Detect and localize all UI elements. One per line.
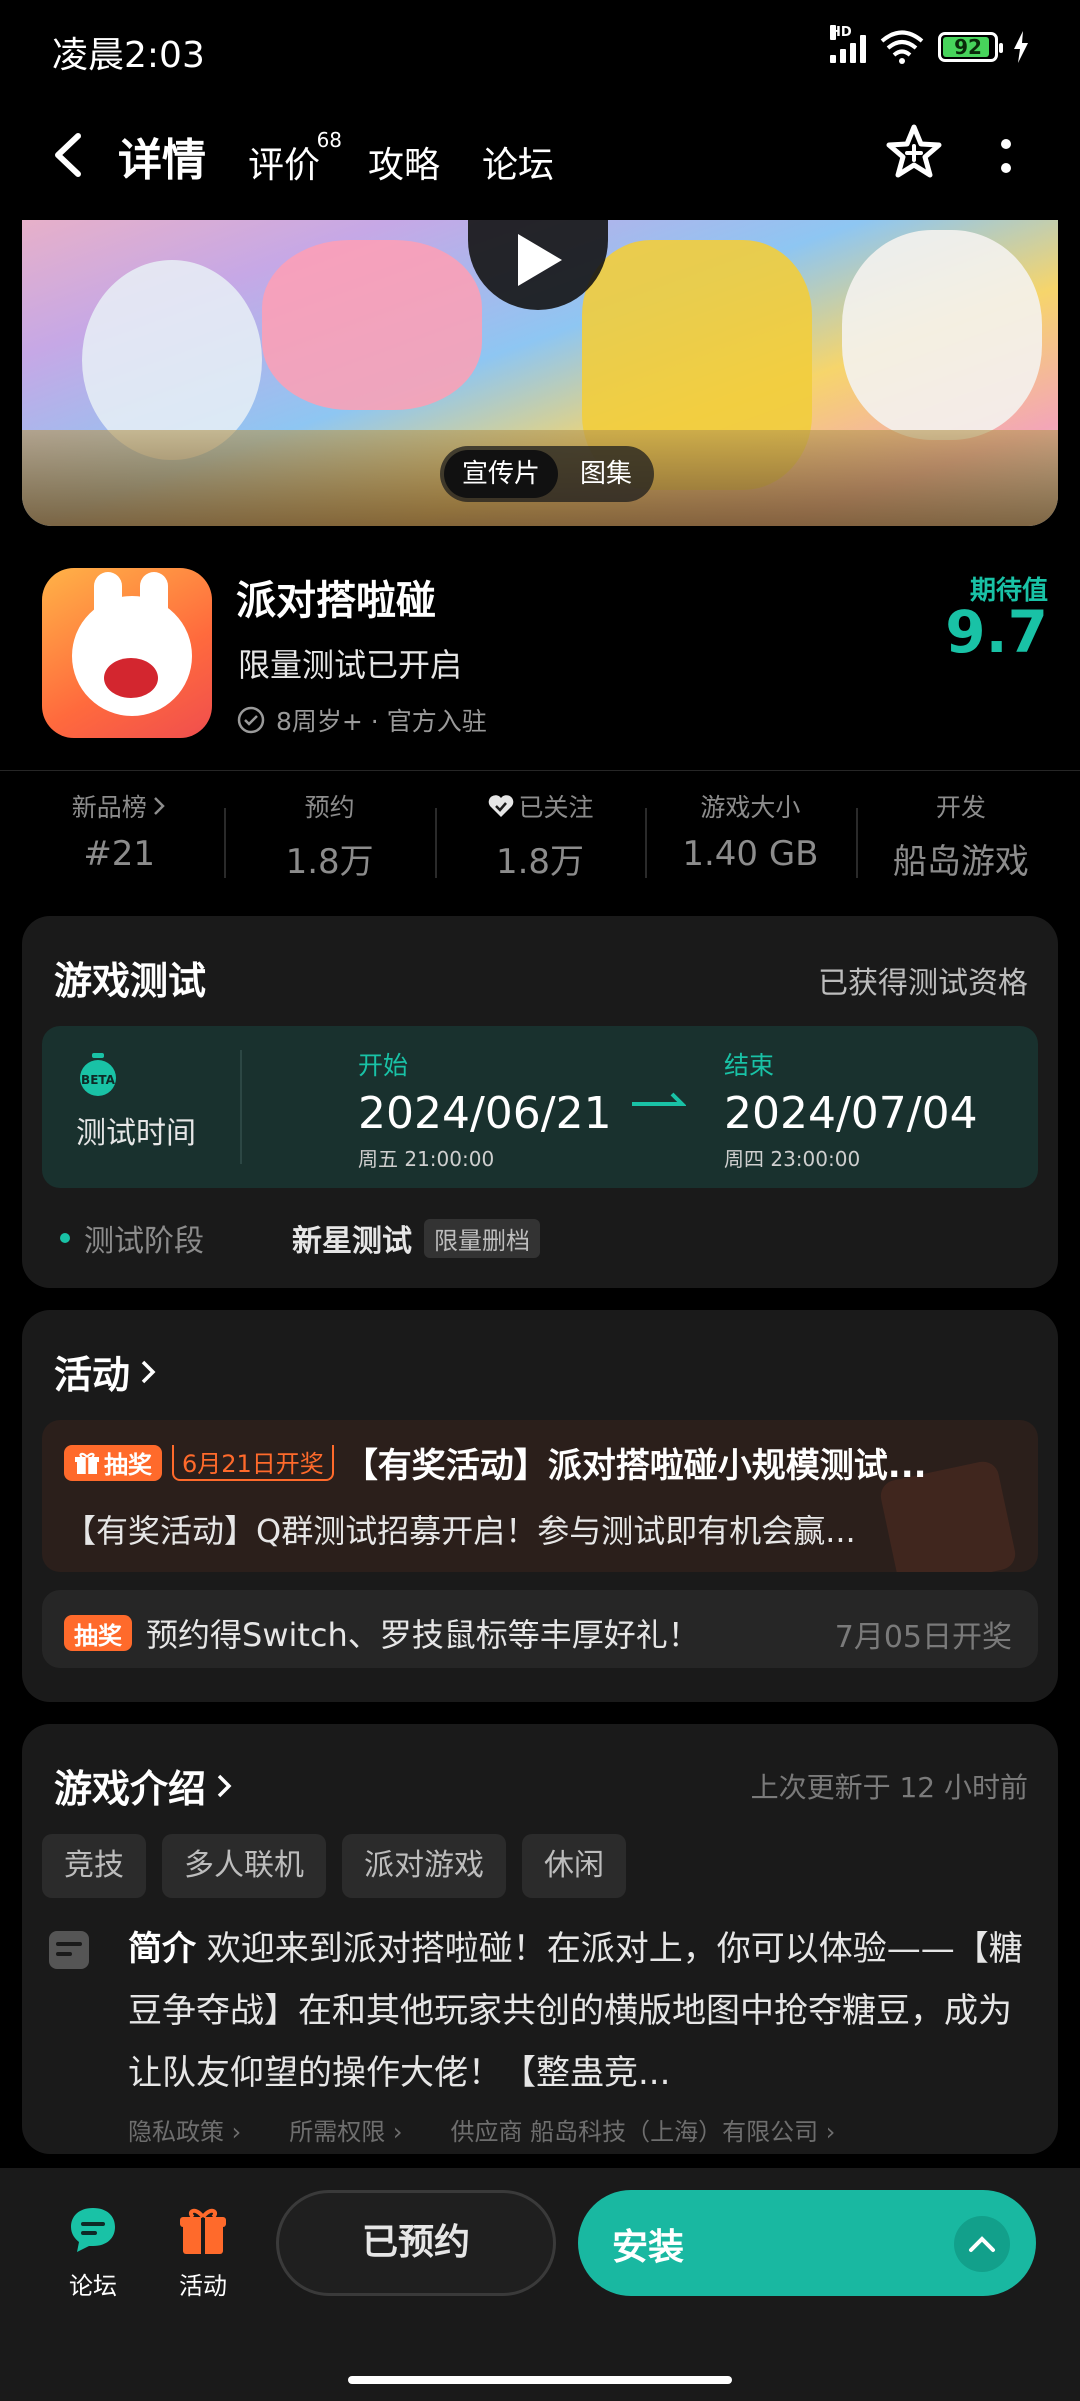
- back-arrow-icon[interactable]: [48, 130, 88, 180]
- test-start: 开始 2024/06/21 周五 21:00:00: [358, 1051, 612, 1171]
- chevron-up-icon: [969, 2236, 995, 2252]
- activity-title[interactable]: 活动: [54, 1344, 160, 1399]
- beta-stopwatch-icon: BETA: [80, 1053, 116, 1096]
- chevron-right-icon: [141, 1360, 156, 1383]
- more-menu-icon[interactable]: [998, 136, 1014, 176]
- test-phase-label: 测试阶段: [60, 1216, 204, 1260]
- activity-card: 活动 抽奖 6月21日开奖 【有奖活动】派对搭啦碰小规模测试... 【有奖活动】…: [22, 1310, 1058, 1702]
- favorite-star-icon[interactable]: [884, 122, 944, 182]
- app-meta: 8周岁+ · 官方入驻: [236, 702, 487, 738]
- test-phase-tag: 限量删档: [424, 1218, 540, 1258]
- activity-item-desc: 【有奖活动】Q群测试招募开启！参与测试即有机会赢...: [64, 1512, 856, 1550]
- test-end: 结束 2024/07/04 周四 23:00:00: [724, 1051, 978, 1171]
- test-card-title: 游戏测试: [54, 959, 207, 1003]
- intro-updated-time: 上次更新于 12 小时前: [750, 1771, 1028, 1804]
- stat-followed[interactable]: 已关注 1.8万: [434, 788, 645, 888]
- privacy-policy-link[interactable]: 隐私政策 ›: [128, 2112, 241, 2147]
- test-phase-value: 新星测试 限量删档: [292, 1216, 540, 1260]
- tab-guides[interactable]: 攻略: [368, 136, 440, 192]
- permissions-link[interactable]: 所需权限 ›: [289, 2112, 402, 2147]
- chevron-right-icon: [153, 797, 165, 815]
- app-subtitle: 限量测试已开启: [238, 646, 463, 684]
- charging-bolt-icon: [1014, 31, 1028, 63]
- top-nav: 详情 评价 68 攻略 论坛: [0, 100, 1080, 210]
- document-icon: [49, 1931, 89, 1969]
- reserved-button[interactable]: 已预约: [276, 2190, 556, 2296]
- activity-item-date: 7月05日开奖: [834, 1620, 1012, 1655]
- verified-check-icon: [237, 706, 265, 734]
- genre-tag[interactable]: 多人联机: [162, 1834, 326, 1898]
- test-time-box: BETA 测试时间 开始 2024/06/21 周五 21:00:00 结束 2…: [42, 1026, 1038, 1188]
- game-intro-card: 游戏介绍 上次更新于 12 小时前 竞技 多人联机 派对游戏 休闲 简介 欢迎来…: [22, 1724, 1058, 2154]
- activity-item-title: 【有奖活动】派对搭啦碰小规模测试...: [343, 1446, 927, 1486]
- activity-item-title: 预约得Switch、罗技鼠标等丰厚好礼！: [146, 1616, 700, 1654]
- genre-tags: 竞技 多人联机 派对游戏 休闲: [42, 1834, 626, 1898]
- intro-links: 隐私政策 › 所需权限 › 供应商 船岛科技（上海）有限公司 ›: [128, 2112, 835, 2147]
- heart-check-icon: [488, 795, 513, 817]
- draw-date-tag: 6月21日开奖: [172, 1444, 334, 1481]
- tab-details[interactable]: 详情: [118, 124, 206, 192]
- svg-text:BETA: BETA: [81, 1073, 116, 1087]
- app-icon: [42, 568, 212, 738]
- app-name: 派对搭啦碰: [236, 578, 436, 624]
- media-option-gallery[interactable]: 图集: [562, 450, 650, 498]
- gift-icon: [180, 2208, 226, 2254]
- network-type-label: HD: [830, 25, 852, 40]
- media-option-video[interactable]: 宣传片: [444, 450, 559, 498]
- stat-size: 游戏大小 1.40 GB: [645, 788, 855, 888]
- app-meta-text: 8周岁+ · 官方入驻: [276, 707, 487, 736]
- game-test-card: 游戏测试 已获得测试资格 BETA 测试时间 开始 2024/06/21 周五 …: [22, 916, 1058, 1288]
- battery-percent: 92: [954, 35, 982, 59]
- activity-button[interactable]: 活动: [158, 2202, 248, 2301]
- lottery-tag: 抽奖: [64, 1444, 162, 1481]
- tab-reviews[interactable]: 评价 68: [248, 128, 342, 192]
- lottery-tag: 抽奖: [64, 1615, 132, 1651]
- status-time: 凌晨2:03: [52, 35, 205, 76]
- expand-up-button[interactable]: [954, 2216, 1010, 2272]
- battery-icon: 92: [938, 32, 1003, 62]
- stats-row: 新品榜 #21 预约 1.8万 已关注 1.8万 游戏大小 1.40 GB 开发…: [14, 788, 1066, 888]
- chevron-right-icon: [217, 1774, 232, 1797]
- divider: [0, 770, 1080, 771]
- test-time-label: 测试时间: [76, 1116, 196, 1151]
- arrow-right-icon: [632, 1092, 686, 1106]
- forum-button[interactable]: 论坛: [48, 2202, 138, 2301]
- gift-icon: [75, 1452, 99, 1474]
- wifi-icon: [880, 30, 924, 64]
- play-icon: [518, 234, 562, 286]
- bottom-action-bar: 论坛 活动 已预约 安装: [0, 2168, 1080, 2401]
- home-indicator[interactable]: [348, 2376, 732, 2384]
- test-qualification-status: 已获得测试资格: [818, 966, 1028, 1001]
- media-switch: 宣传片 图集: [440, 446, 655, 502]
- intro-title[interactable]: 游戏介绍: [54, 1758, 236, 1813]
- genre-tag[interactable]: 休闲: [522, 1834, 626, 1898]
- stat-developer[interactable]: 开发 船岛游戏: [855, 788, 1066, 888]
- review-count-badge: 68: [316, 128, 343, 152]
- install-button[interactable]: 安装: [578, 2190, 1036, 2296]
- tab-bar: 详情 评价 68 攻略 论坛: [118, 124, 554, 192]
- signal-icon: HD: [830, 25, 866, 63]
- intro-text[interactable]: 简介 欢迎来到派对搭啦碰！在派对上，你可以体验——【糖豆争夺战】在和其他玩家共创…: [128, 1918, 1028, 2104]
- forum-chat-icon: [71, 2208, 115, 2252]
- genre-tag[interactable]: 派对游戏: [342, 1834, 506, 1898]
- expectation-score: 9.7: [945, 598, 1048, 666]
- stat-new-rank[interactable]: 新品榜 #21: [14, 788, 224, 888]
- status-icons: HD 92: [830, 25, 1030, 64]
- activity-item[interactable]: 抽奖 6月21日开奖 【有奖活动】派对搭啦碰小规模测试... 【有奖活动】Q群测…: [42, 1420, 1038, 1572]
- stat-reservations: 预约 1.8万: [224, 788, 434, 888]
- tab-forum[interactable]: 论坛: [482, 136, 554, 192]
- media-banner[interactable]: 宣传片 图集: [22, 220, 1058, 526]
- activity-item[interactable]: 抽奖 预约得Switch、罗技鼠标等丰厚好礼！ 7月05日开奖: [42, 1590, 1038, 1668]
- status-bar: 凌晨2:03 HD 92: [0, 0, 1080, 100]
- supplier-link[interactable]: 供应商 船岛科技（上海）有限公司 ›: [450, 2112, 835, 2147]
- genre-tag[interactable]: 竞技: [42, 1834, 146, 1898]
